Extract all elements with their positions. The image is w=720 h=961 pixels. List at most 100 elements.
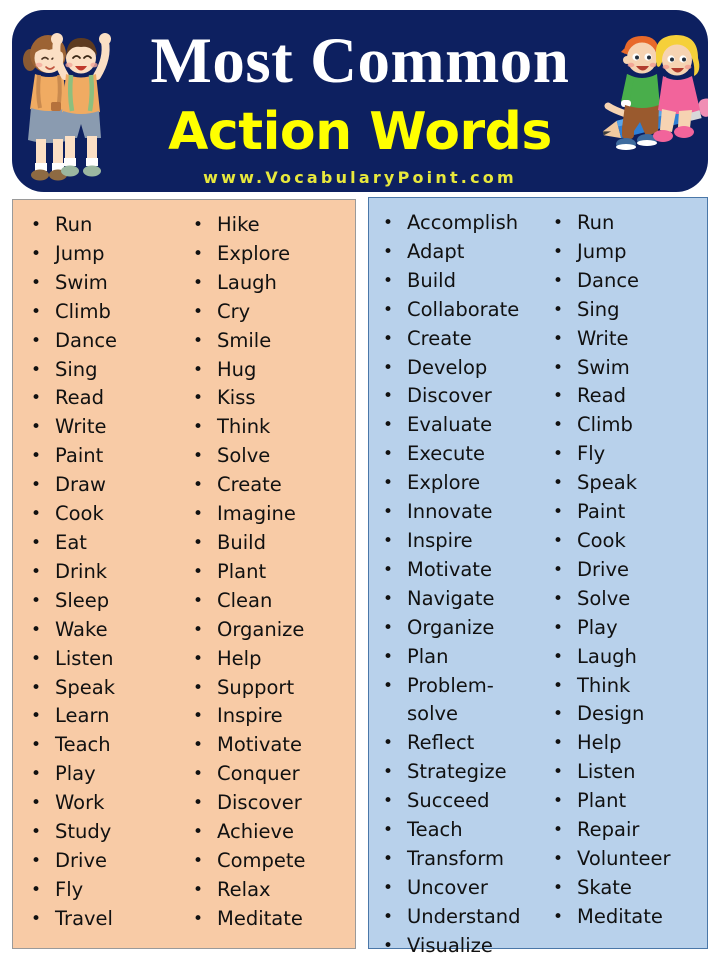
bullet-icon: • [193,446,204,467]
word-label: Drive [577,557,629,581]
bullet-icon: • [193,764,204,785]
bullet-icon: • [31,879,42,900]
bullet-icon: • [553,906,564,927]
two-kids-standing-illustration [23,33,111,181]
bullet-icon: • [31,850,42,871]
bullet-icon: • [193,590,204,611]
bullet-icon: • [383,415,394,436]
word-label: Accomplish [407,211,519,234]
word-list-item: • Drink [31,558,179,587]
word-list-item: • Evaluate [383,411,541,440]
word-label: Think [217,415,271,439]
word-label: Dance [577,268,640,292]
bullet-icon: • [553,762,564,783]
word-list-item: • Hike [193,211,355,240]
word-list-item: • Drive [553,556,707,585]
bullet-icon: • [383,386,394,407]
word-label: Travel [55,906,113,930]
word-label: Hike [217,213,260,236]
word-label: Explore [407,471,481,495]
word-label: Imagine [217,502,296,526]
word-list-item: • Create [193,471,355,500]
word-list-item: • Compete [193,847,355,876]
word-label: Motivate [217,733,302,757]
word-label: Execute [407,442,485,466]
bullet-icon: • [553,473,564,494]
word-label: Develop [407,355,488,379]
word-label: Write [577,326,629,350]
word-list-item: • Cook [553,527,707,556]
word-label: Drink [55,559,108,583]
word-list-item: • Succeed [383,787,541,816]
word-column-left-1: • Run • Jump • Swim • Climb • Dance • Sing • Read • Wri… [13,200,179,948]
bullet-icon: • [383,906,394,927]
word-label: Organize [407,615,495,639]
word-list-item: • Transform [383,845,541,874]
bullet-icon: • [193,532,204,553]
word-list-item: • Teach [383,816,541,845]
word-list-item: • Innovate [383,498,541,527]
bullet-icon: • [553,328,564,349]
word-list-item: • Fly [31,876,179,905]
bullet-icon: • [193,475,204,496]
word-label: Sing [55,357,98,381]
bullet-icon: • [553,559,564,580]
word-label: Play [55,762,96,786]
word-label: Hug [217,357,257,381]
word-label: Navigate [407,586,495,610]
bullet-icon: • [383,559,394,580]
word-label: Run [577,211,615,234]
word-list-item: • Sing [31,356,179,385]
word-list-item: • Help [193,645,355,674]
word-label: Run [55,213,93,236]
bullet-icon: • [193,330,204,351]
word-label: Teach [55,733,111,757]
word-list-item: • Jump [31,240,179,269]
word-list-item: • Skate [553,874,707,903]
word-label: Drive [55,848,107,872]
bullet-icon: • [193,243,204,264]
word-label: Build [217,530,266,554]
word-list-item: • Reflect [383,729,541,758]
word-list-item: • Speak [553,469,707,498]
word-list-item: • Accomplish [383,209,541,238]
word-label: Strategize [407,760,507,784]
word-list-item: • Explore [383,469,541,498]
bullet-icon: • [31,561,42,582]
bullet-icon: • [553,270,564,291]
bullet-icon: • [31,359,42,380]
word-list-item: • Swim [553,354,707,383]
bullet-icon: • [553,299,564,320]
bullet-icon: • [383,299,394,320]
bullet-icon: • [193,850,204,871]
word-list-item: • Drive [31,847,179,876]
bullet-icon: • [383,328,394,349]
bullet-icon: • [31,532,42,553]
bullet-icon: • [383,502,394,523]
word-list-item: • Organize [193,616,355,645]
word-list-item: • Strategize [383,758,541,787]
word-label: Eat [55,530,87,554]
bullet-icon: • [193,706,204,727]
word-label: Visualize [407,933,493,957]
word-label: Volunteer [577,846,671,870]
word-list-item: • Work [31,789,179,818]
word-list-box-left: • Run • Jump • Swim • Climb • Dance • Sing • Read • Wri… [12,199,356,949]
bullet-icon: • [383,270,394,291]
word-list-item: • Discover [383,382,541,411]
word-list-item: • Clean [193,587,355,616]
bullet-icon: • [553,386,564,407]
bullet-icon: • [31,677,42,698]
word-list-item: • Explore [193,240,355,269]
bullet-icon: • [383,675,394,696]
bullet-icon: • [383,848,394,869]
word-list-item: • Smile [193,327,355,356]
word-list-item: • Travel [31,905,179,934]
word-label: Smile [217,328,272,352]
bullet-icon: • [383,733,394,754]
word-label: Fly [577,442,606,466]
word-list-item: • Think [553,672,707,701]
word-label: Plant [577,789,627,813]
word-list-item: • Support [193,674,355,703]
bullet-icon: • [193,619,204,640]
